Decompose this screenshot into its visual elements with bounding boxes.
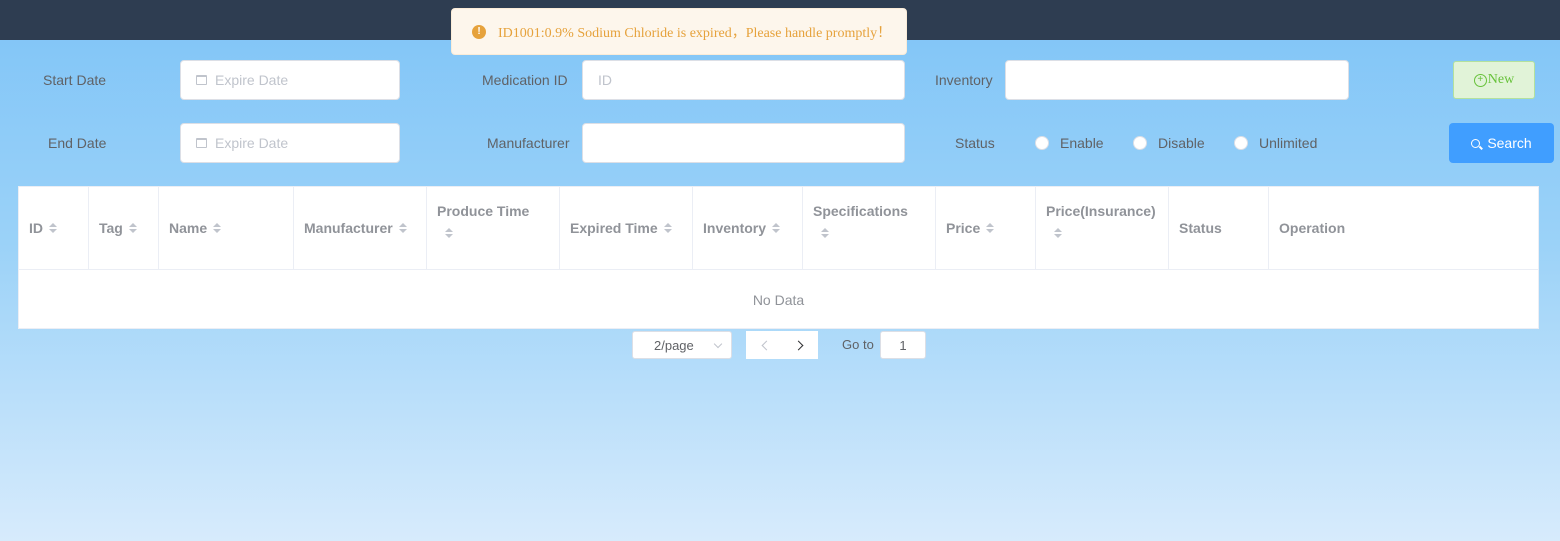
- medication-id-label: Medication ID: [482, 72, 568, 88]
- column-header-manufacturer[interactable]: Manufacturer: [294, 187, 427, 269]
- calendar-icon: [196, 138, 207, 148]
- status-label: Status: [955, 135, 995, 151]
- column-header-name[interactable]: Name: [159, 187, 294, 269]
- column-header-label: Manufacturer: [304, 220, 393, 236]
- sort-caret-icon[interactable]: [772, 223, 781, 233]
- manufacturer-input[interactable]: [582, 123, 905, 163]
- column-header-label: Price(Insurance): [1046, 203, 1156, 219]
- status-radio-disable[interactable]: Disable: [1133, 135, 1205, 151]
- sort-caret-icon[interactable]: [128, 223, 137, 233]
- radio-label: Disable: [1158, 135, 1205, 151]
- radio-circle: [1035, 136, 1049, 150]
- column-header-inventory[interactable]: Inventory: [693, 187, 803, 269]
- radio-circle: [1234, 136, 1248, 150]
- table-empty-text: No Data: [752, 292, 805, 308]
- end-date-placeholder: Expire Date: [215, 135, 289, 151]
- column-header-label: Price: [946, 220, 981, 236]
- page-size-value: 2/page: [654, 337, 694, 353]
- sort-caret-icon[interactable]: [986, 223, 995, 233]
- column-header-label: Status: [1179, 220, 1222, 236]
- column-header-label: Inventory: [703, 220, 767, 236]
- column-header-price[interactable]: Price: [936, 187, 1036, 269]
- inventory-input[interactable]: [1005, 60, 1349, 100]
- column-header-label: Expired Time: [570, 220, 658, 236]
- prev-page-button[interactable]: [746, 331, 782, 359]
- start-date-placeholder: Expire Date: [215, 72, 289, 88]
- warning-icon: !: [472, 24, 486, 39]
- toast-message: ID1001:0.9% Sodium Chloride is expired，P…: [498, 25, 892, 41]
- column-header-produce-time[interactable]: Produce Time: [427, 187, 560, 269]
- sort-caret-icon[interactable]: [663, 223, 672, 233]
- column-header-label: Specifications: [813, 203, 908, 219]
- search-icon: [1471, 138, 1481, 148]
- medication-table: ID Tag Name Manufacturer Produce Time Ex…: [18, 186, 1539, 329]
- medication-id-placeholder: ID: [598, 72, 612, 88]
- chevron-left-icon: [761, 340, 771, 350]
- search-button-label: Search: [1487, 135, 1532, 151]
- column-header-operation: Operation: [1269, 187, 1538, 269]
- new-button-label: New: [1487, 72, 1515, 87]
- next-page-button[interactable]: [782, 331, 818, 359]
- column-header-label: Operation: [1279, 220, 1346, 236]
- plus-circle-icon: +: [1473, 73, 1487, 87]
- goto-label: Go to: [842, 337, 874, 352]
- column-header-specifications[interactable]: Specifications: [803, 187, 936, 269]
- column-header-status: Status: [1169, 187, 1269, 269]
- column-header-label: Tag: [99, 220, 123, 236]
- chevron-right-icon: [793, 340, 803, 350]
- search-button[interactable]: Search: [1449, 123, 1554, 163]
- expiry-warning-toast: ! ID1001:0.9% Sodium Chloride is expired…: [451, 8, 907, 55]
- page-size-select[interactable]: 2/page: [632, 331, 732, 359]
- column-header-price-insurance[interactable]: Price(Insurance): [1036, 187, 1169, 269]
- radio-label: Enable: [1060, 135, 1104, 151]
- sort-caret-icon[interactable]: [213, 223, 222, 233]
- column-header-expired-time[interactable]: Expired Time: [560, 187, 693, 269]
- calendar-icon: [196, 75, 207, 85]
- column-header-label: Produce Time: [437, 203, 530, 219]
- radio-label: Unlimited: [1259, 135, 1318, 151]
- medication-id-input[interactable]: ID: [582, 60, 905, 100]
- goto-page-input[interactable]: 1: [880, 331, 926, 359]
- start-date-label: Start Date: [43, 72, 107, 88]
- sort-caret-icon[interactable]: [445, 228, 453, 238]
- start-date-picker[interactable]: Expire Date: [180, 60, 400, 100]
- column-header-id[interactable]: ID: [19, 187, 89, 269]
- sort-caret-icon[interactable]: [49, 223, 57, 233]
- sort-caret-icon[interactable]: [398, 223, 407, 233]
- sort-caret-icon[interactable]: [1054, 228, 1062, 238]
- manufacturer-label: Manufacturer: [487, 135, 570, 151]
- inventory-label: Inventory: [935, 72, 993, 88]
- status-radio-unlimited[interactable]: Unlimited: [1234, 135, 1317, 151]
- sort-caret-icon[interactable]: [821, 228, 829, 238]
- end-date-picker[interactable]: Expire Date: [180, 123, 400, 163]
- column-header-tag[interactable]: Tag: [89, 187, 159, 269]
- radio-circle: [1133, 136, 1147, 150]
- column-header-label: ID: [29, 220, 43, 236]
- column-header-label: Name: [169, 220, 208, 236]
- end-date-label: End Date: [48, 135, 107, 151]
- status-radio-enable[interactable]: Enable: [1035, 135, 1104, 151]
- table-header: ID Tag Name Manufacturer Produce Time Ex…: [19, 187, 1538, 270]
- chevron-down-icon: [713, 339, 723, 349]
- new-button[interactable]: + New: [1453, 61, 1535, 99]
